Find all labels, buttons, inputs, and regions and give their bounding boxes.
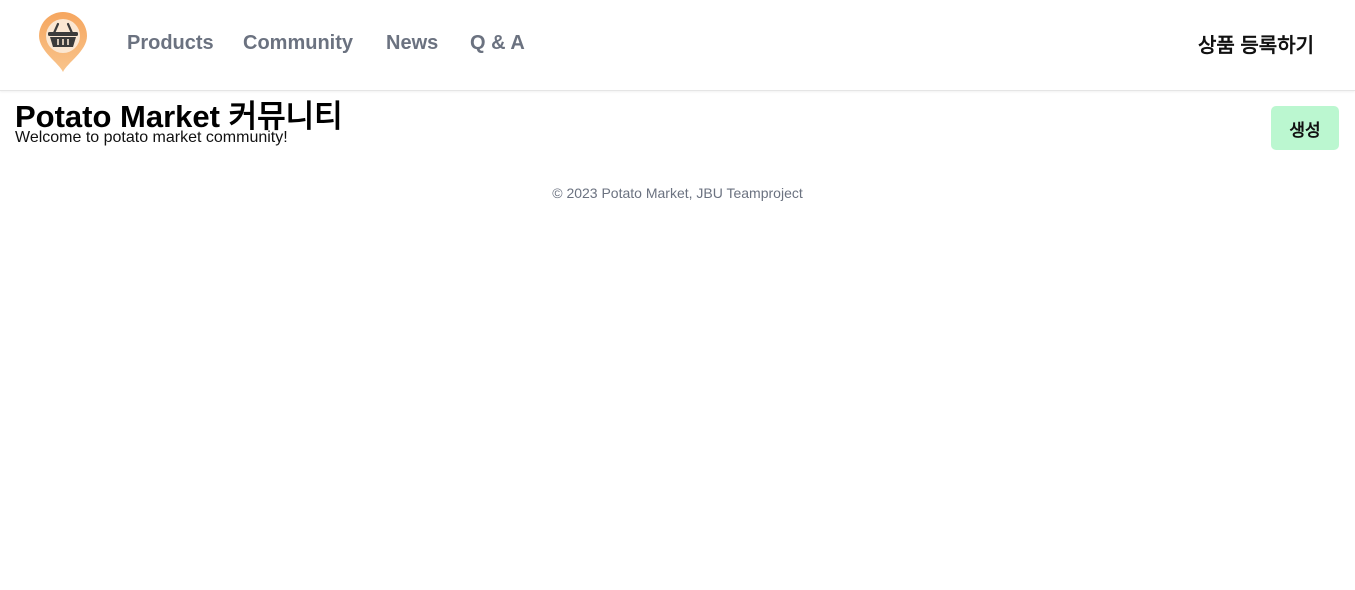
basket-pin-logo-icon[interactable] bbox=[37, 11, 89, 73]
create-post-button[interactable]: 생성 bbox=[1271, 106, 1339, 150]
register-product-link[interactable]: 상품 등록하기 bbox=[1198, 29, 1314, 58]
top-navbar: Products Community News Q & A 상품 등록하기 bbox=[0, 0, 1355, 91]
nav-qna-link[interactable]: Q & A bbox=[470, 32, 525, 55]
nav-news-link[interactable]: News bbox=[386, 32, 438, 55]
page-subtitle: Welcome to potato market community! bbox=[15, 129, 288, 146]
footer-copyright: © 2023 Potato Market, JBU Teamproject bbox=[552, 185, 803, 201]
nav-products-link[interactable]: Products bbox=[127, 32, 214, 55]
nav-community-link[interactable]: Community bbox=[243, 32, 353, 55]
